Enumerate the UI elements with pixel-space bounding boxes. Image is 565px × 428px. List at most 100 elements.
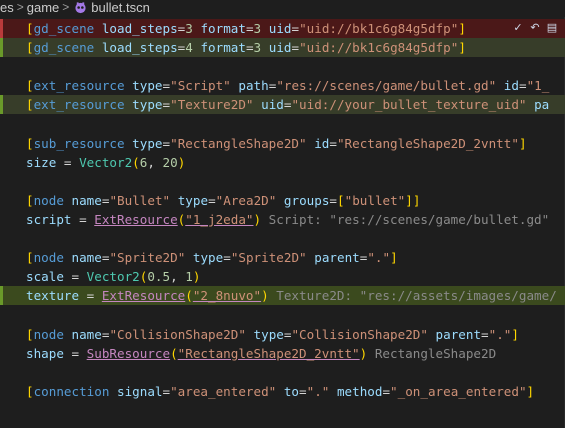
code-line[interactable]: [0, 306, 565, 325]
code-token: =: [208, 192, 216, 208]
code-token: gd_scene: [33, 40, 102, 56]
code-token: "CollisionShape2D": [109, 326, 246, 342]
breadcrumb-item-folder[interactable]: es: [0, 0, 14, 15]
code-token: "Texture2D": [170, 97, 254, 113]
code-text: [gd_scene load_steps=3 format=3 uid="uid…: [26, 19, 466, 38]
code-token: 3: [253, 21, 262, 36]
code-line[interactable]: shape = SubResource("RectangleShape2D_2v…: [0, 344, 565, 363]
code-token: ]: [511, 326, 519, 342]
code-line[interactable]: [0, 115, 565, 134]
code-token: =: [329, 192, 338, 208]
code-token: (: [132, 154, 140, 170]
code-token: SubResource: [86, 345, 171, 361]
code-token: "RectangleShape2D_2vntt": [177, 345, 360, 361]
code-token: uid: [261, 97, 284, 113]
code-line[interactable]: [0, 229, 565, 248]
code-token: ExtResource: [101, 288, 186, 304]
code-editor[interactable]: [ gd_scene load_steps = 3 format = 3 uid = "uid…: [0, 17, 565, 428]
code-line[interactable]: [gd_scene load_steps=3 format=3 uid="uid…: [0, 19, 565, 38]
breadcrumb-item-file[interactable]: bullet.tscn: [91, 0, 150, 15]
code-token: "bullet": [344, 192, 406, 208]
code-token: 1: [185, 269, 193, 285]
code-token: uid: [268, 21, 292, 36]
code-token: type: [132, 135, 163, 151]
code-token: =: [63, 269, 87, 285]
undo-icon[interactable]: ↶: [529, 21, 541, 34]
code-token: id: [314, 135, 330, 151]
code-token: texture: [26, 288, 80, 304]
code-token: "2_8nuvo": [192, 288, 262, 304]
code-token: =: [63, 345, 87, 361]
code-token: "Sprite2D": [109, 250, 186, 266]
code-line[interactable]: size = Vector2(6, 20): [0, 153, 565, 172]
code-text: scale = Vector2(0.5, 1): [26, 267, 200, 286]
code-token: sub_resource: [33, 135, 133, 151]
code-token: =: [162, 383, 171, 399]
code-token: size: [26, 154, 57, 170]
code-token: "RectangleShape2D": [170, 135, 307, 151]
code-token: name: [71, 250, 102, 266]
code-token: scale: [26, 269, 64, 285]
code-line[interactable]: [node name="Sprite2D" type="Sprite2D" pa…: [0, 248, 565, 267]
code-token: "Sprite2D": [230, 250, 307, 266]
code-token: ext_resource: [33, 97, 133, 113]
code-token: =: [223, 250, 231, 266]
code-token: ]: [390, 250, 398, 266]
code-token: =: [481, 326, 489, 342]
code-token: format: [200, 40, 246, 56]
code-text: texture = ExtResource("2_8nuvo") Texture…: [26, 286, 557, 305]
code-token: [: [26, 21, 34, 36]
code-token: uid: [268, 40, 292, 56]
code-line[interactable]: [connection signal="area_entered" to="."…: [0, 382, 565, 401]
code-line[interactable]: [sub_resource type="RectangleShape2D" id…: [0, 134, 565, 153]
code-text: [gd_scene load_steps=4 format=3 uid="uid…: [26, 38, 466, 57]
code-token: pa: [534, 97, 550, 113]
code-token: 3: [185, 21, 193, 36]
code-line[interactable]: script = ExtResource("1_j2eda") Script: …: [0, 210, 565, 229]
code-line[interactable]: [0, 363, 565, 382]
code-token: load_steps: [101, 40, 178, 56]
code-token: node: [33, 192, 72, 208]
code-text: [node name="Bullet" type="Area2D" groups…: [26, 191, 420, 210]
code-line[interactable]: [ext_resource type="Texture2D" uid="uid:…: [0, 95, 565, 115]
code-token: "RectangleShape2D_2vntt": [336, 135, 519, 151]
code-text: size = Vector2(6, 20): [26, 153, 185, 172]
diff-added-marker: [0, 38, 3, 58]
code-line[interactable]: scale = Vector2(0.5, 1): [0, 267, 565, 286]
file-icon[interactable]: ▤: [546, 21, 558, 34]
code-token: "uid://your_bullet_texture_uid": [291, 97, 527, 113]
code-line[interactable]: [0, 57, 565, 76]
code-token: script: [26, 212, 72, 227]
code-line[interactable]: [ext_resource type="Script" path="res://…: [0, 76, 565, 95]
code-token: =: [299, 383, 307, 399]
accept-check-icon[interactable]: ✓: [512, 21, 524, 34]
code-line[interactable]: [0, 172, 565, 191]
code-line[interactable]: [node name="Bullet" type="Area2D" groups…: [0, 191, 565, 210]
code-token: [: [26, 383, 34, 399]
code-token: to: [283, 383, 300, 399]
code-token: "uid://bk1c6g84g5dfp": [299, 40, 459, 56]
code-token: Texture2D: "res://assets/images/game/: [268, 288, 557, 304]
code-token: method: [336, 383, 383, 399]
code-token: format: [200, 21, 246, 36]
chevron-right-icon: >: [16, 0, 24, 14]
breadcrumb-item-game[interactable]: game: [27, 0, 60, 15]
code-token: type: [192, 250, 224, 266]
code-line[interactable]: texture = ExtResource("2_8nuvo") Texture…: [0, 286, 565, 306]
code-line[interactable]: [node name="CollisionShape2D" type="Coll…: [0, 325, 565, 344]
code-token: ]]: [405, 192, 421, 208]
code-token: groups: [283, 192, 330, 208]
code-token: parent: [314, 250, 360, 266]
code-line[interactable]: [gd_scene load_steps=4 format=3 uid="uid…: [0, 38, 565, 58]
code-token: path: [238, 78, 269, 94]
code-token: name: [71, 326, 102, 342]
code-token: type: [177, 192, 209, 208]
